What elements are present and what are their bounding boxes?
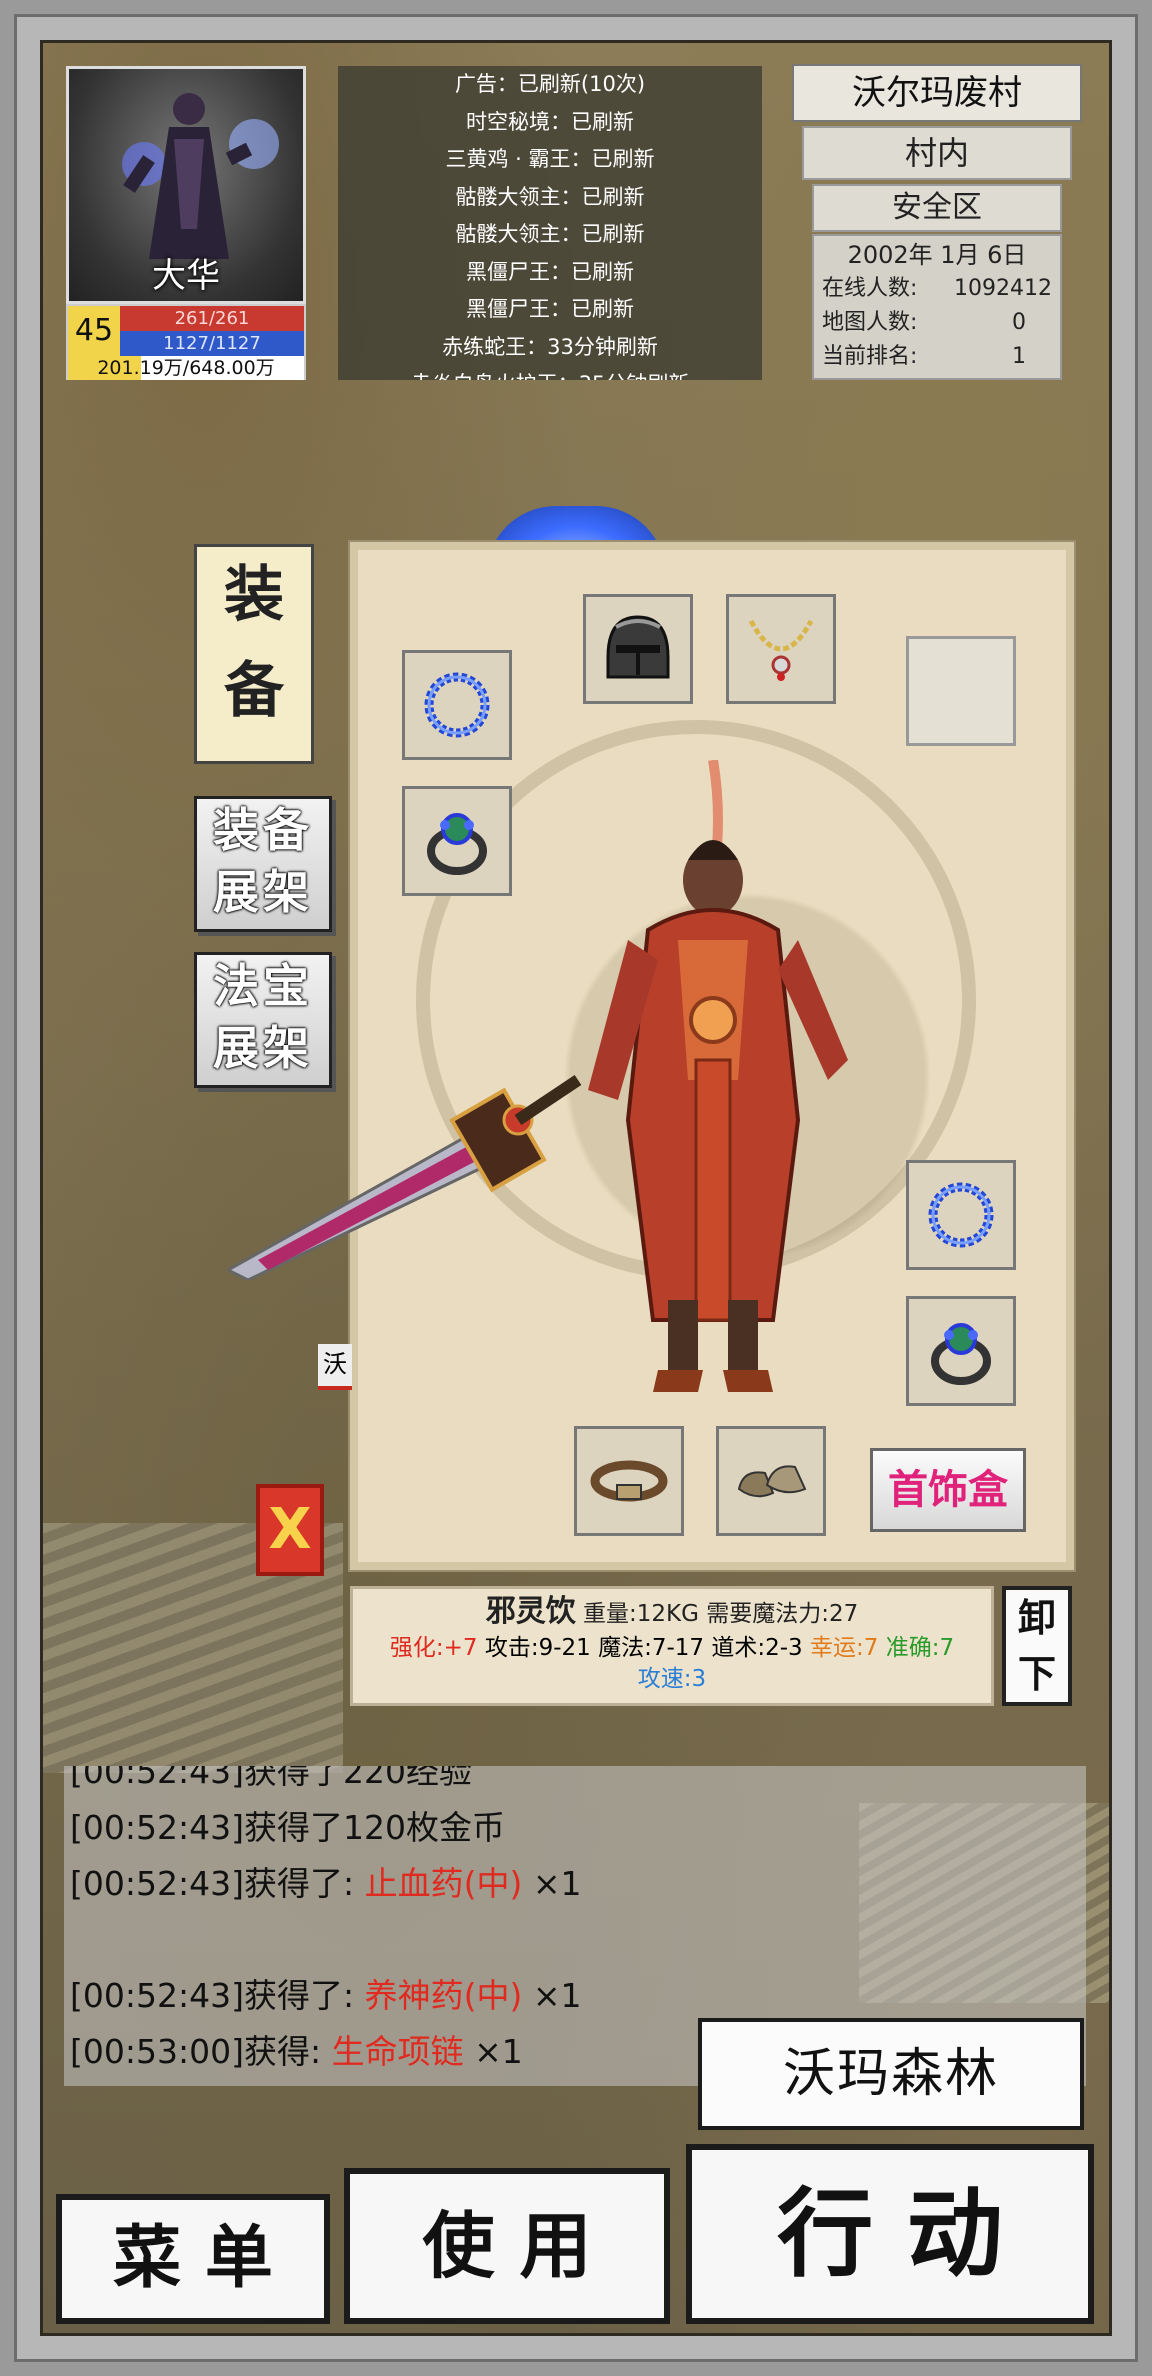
tab-equipment-label-1: 装	[224, 560, 284, 630]
log-line: [00:52:43]获得了120枚金币	[64, 1800, 1086, 1856]
log-text: 获得了:	[243, 1864, 365, 1903]
equipment-panel: 首饰盒	[348, 540, 1076, 1572]
map-people-value: 0	[1012, 310, 1026, 335]
belt-icon	[590, 1460, 668, 1502]
notice-line: 赤炎白鸟火护王：35分钟刷新	[338, 366, 762, 380]
item-luck: 幸运:7	[810, 1635, 879, 1661]
log-qty: ×1	[463, 2032, 523, 2071]
item-stats-row: 强化:+7 攻击:9-21 魔法:7-17 道术:2-3 幸运:7 准确:7	[353, 1631, 991, 1665]
use-button[interactable]: 使 用	[344, 2168, 670, 2324]
online-row: 在线人数: 1092412	[822, 272, 1052, 306]
player-level: 45	[68, 306, 120, 356]
zone-status: 安全区	[812, 184, 1062, 232]
item-name: 邪灵饮	[485, 1594, 576, 1629]
log-item: 生命项链	[331, 2032, 464, 2071]
log-item: 止血药(中)	[364, 1864, 523, 1903]
exp-bar: 201.19万/648.00万	[68, 356, 304, 380]
unequip-label-2: 下	[1017, 1652, 1056, 1696]
hp-bar: 261/261	[120, 306, 304, 331]
side-tag: 沃	[318, 1344, 352, 1390]
log-text: 获得:	[243, 2032, 332, 2071]
log-text: 获得了120枚金币	[243, 1808, 505, 1847]
unequip-button[interactable]: 卸 下	[1002, 1586, 1072, 1706]
tab-shelf-label-1: 装备	[213, 803, 313, 857]
notice-line: 黑僵尸王：已刷新	[466, 297, 634, 321]
bracelet-slot-left[interactable]	[402, 650, 512, 760]
boots-slot[interactable]	[716, 1426, 826, 1536]
item-accuracy: 准确:7	[885, 1635, 955, 1661]
bracelet-slot-right[interactable]	[906, 1160, 1016, 1270]
map-people-row: 地图人数: 0	[822, 306, 1052, 340]
helmet-icon	[606, 615, 670, 679]
rank-value: 1	[1012, 344, 1026, 369]
server-info: 2002年 1月 6日 在线人数: 1092412 地图人数: 0 当前排名: …	[812, 234, 1062, 380]
item-enhance: 强化:+7	[389, 1635, 478, 1661]
log-time: [00:52:43]	[70, 1766, 244, 1791]
ring-slot-left[interactable]	[402, 786, 512, 896]
player-name: 大华	[152, 256, 220, 296]
log-time: [00:52:43]	[70, 1976, 244, 2015]
log-line: [00:52:43]获得了: 止血药(中) ×1	[64, 1856, 1086, 1912]
empty-slot[interactable]	[906, 636, 1016, 746]
mp-bar: 1127/1127	[120, 331, 304, 356]
close-button[interactable]: X	[256, 1484, 324, 1576]
notice-line: 三黄鸡 · 霸王：已刷新	[445, 147, 655, 171]
log-line: [00:52:43]获得了: 养神药(中) ×1	[64, 1968, 1086, 2024]
ring-slot-right[interactable]	[906, 1296, 1016, 1406]
log-text: 获得了:	[243, 1976, 365, 2015]
log-time: [00:52:43]	[70, 1864, 244, 1903]
log-qty: ×1	[522, 1864, 582, 1903]
belt-slot[interactable]	[574, 1426, 684, 1536]
tab-shelf-label-2: 展架	[213, 865, 313, 919]
player-portrait[interactable]: 大华	[66, 66, 306, 304]
map-name[interactable]: 沃尔玛废村	[792, 64, 1082, 122]
bracelet-icon	[424, 672, 490, 738]
boss-refresh-notices[interactable]: 广告：已刷新(10次) 时空秘境：已刷新 三黄鸡 · 霸王：已刷新 骷髅大领主：…	[338, 66, 762, 380]
action-button[interactable]: 行 动	[686, 2144, 1094, 2324]
area-name: 村内	[802, 126, 1072, 180]
online-label: 在线人数:	[822, 276, 918, 301]
bracelet-icon	[928, 1182, 994, 1248]
notice-line: 骷髅大领主：已刷新	[455, 222, 645, 246]
notice-line: 赤练蛇王：33分钟刷新	[442, 334, 658, 359]
item-speed: 攻速:3	[637, 1666, 707, 1692]
tab-treasure-label-1: 法宝	[213, 959, 313, 1013]
destination-button[interactable]: 沃玛森林	[698, 2018, 1084, 2130]
notice-line: 时空秘境：已刷新	[466, 109, 634, 134]
item-title-row: 邪灵饮 重量:12KG 需要魔法力:27	[353, 1589, 991, 1631]
rank-label: 当前排名:	[822, 344, 918, 369]
log-item: 养神药(中)	[364, 1976, 523, 2015]
game-date: 2002年 1月 6日	[847, 241, 1027, 269]
notice-line: 黑僵尸王：已刷新	[466, 259, 634, 284]
ring-icon	[931, 1323, 991, 1385]
log-time: [00:52:43]	[70, 1808, 244, 1847]
menu-button[interactable]: 菜 单	[56, 2194, 330, 2324]
item-stats: 攻击:9-21 魔法:7-17 道术:2-3	[484, 1635, 803, 1661]
helmet-slot[interactable]	[583, 594, 693, 704]
necklace-slot[interactable]	[726, 594, 836, 704]
log-line: [00:52:43]获得了220经验	[64, 1766, 1086, 1800]
tab-equipment-shelf[interactable]: 装备 展架	[194, 796, 332, 932]
item-info-panel: 邪灵饮 重量:12KG 需要魔法力:27 强化:+7 攻击:9-21 魔法:7-…	[350, 1586, 994, 1706]
log-qty: ×1	[522, 1976, 582, 2015]
tab-equipment[interactable]: 装 备	[194, 544, 314, 764]
necklace-icon	[748, 619, 814, 681]
log-time: [00:53:00]	[70, 2032, 244, 2071]
boots-icon	[737, 1465, 807, 1498]
player-stats: 45 261/261 1127/1127 201.19万/648.00万	[66, 304, 306, 380]
online-value: 1092412	[954, 276, 1052, 301]
tab-equipment-label-2: 备	[224, 656, 284, 726]
rank-row: 当前排名: 1	[822, 340, 1052, 374]
ring-icon	[427, 813, 487, 875]
jewelry-box-button[interactable]: 首饰盒	[870, 1448, 1026, 1532]
log-line-blank	[64, 1912, 1086, 1968]
log-text: 获得了220经验	[243, 1766, 472, 1791]
item-weight: 重量:12KG 需要魔法力:27	[583, 1601, 859, 1627]
weapon-sword	[228, 1075, 582, 1280]
map-people-label: 地图人数:	[822, 310, 918, 335]
notice-line: 广告：已刷新(10次)	[454, 72, 646, 96]
notice-line: 骷髅大领主：已刷新	[455, 184, 645, 209]
unequip-label-1: 卸	[1017, 1596, 1056, 1640]
